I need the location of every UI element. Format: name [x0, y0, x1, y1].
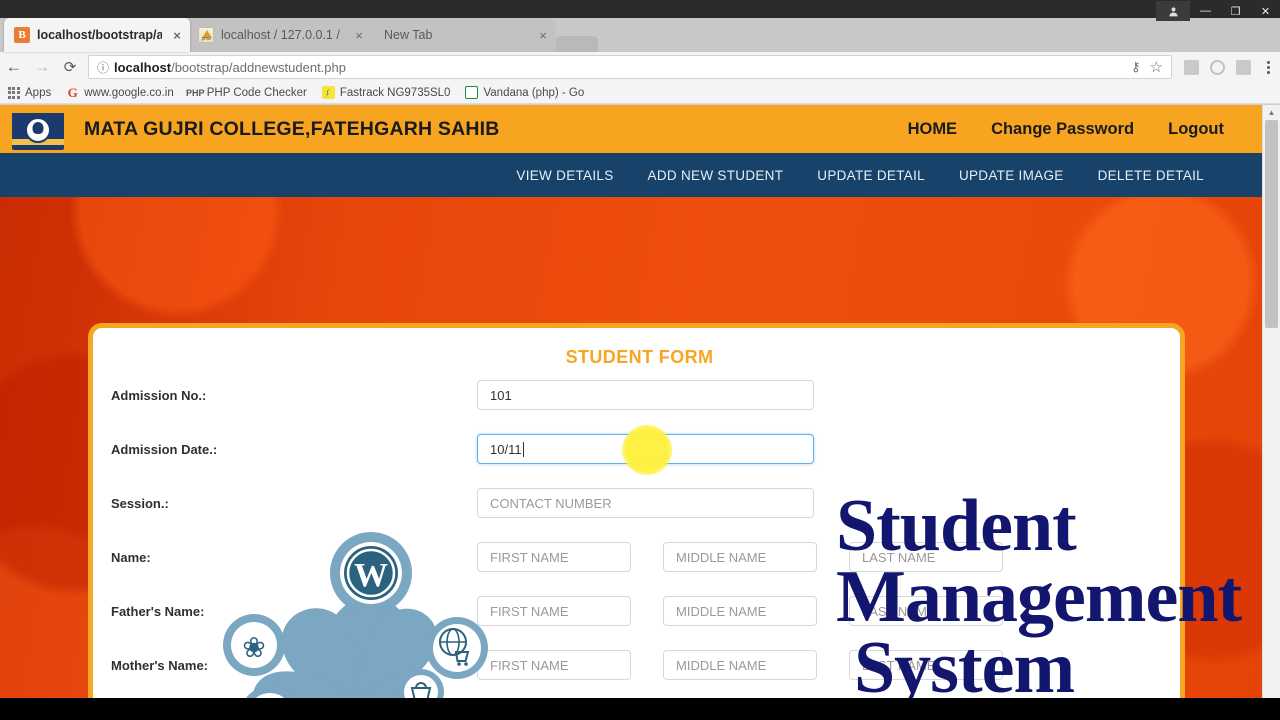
site-title: MATA GUJRI COLLEGE,FATEHGARH SAHIB: [84, 117, 500, 140]
profile-avatar-icon[interactable]: [1156, 1, 1190, 21]
subnav-add-new-student[interactable]: ADD NEW STUDENT: [648, 168, 784, 183]
page-viewport: MATA GUJRI COLLEGE,FATEHGARH SAHIB HOME …: [0, 105, 1262, 698]
browser-tab-1-close-icon[interactable]: ×: [170, 28, 184, 43]
url-path: /bootstrap/addnewstudent.php: [171, 59, 346, 75]
apps-grid-icon: [6, 86, 21, 99]
extension-icon-3[interactable]: [1230, 59, 1256, 75]
overlay-line-2: Management: [836, 556, 1242, 639]
back-button[interactable]: ←: [0, 57, 28, 77]
minimize-button[interactable]: —: [1191, 1, 1220, 21]
chrome-menu-button[interactable]: [1256, 60, 1280, 74]
bookmark-apps[interactable]: Apps: [6, 86, 52, 99]
bookmark-php-label: PHP Code Checker: [206, 86, 307, 99]
extension-square-icon-2: [1235, 59, 1251, 75]
php-watermark-graphic: W ❀: [208, 520, 508, 698]
bookmark-google-label: www.google.co.in: [84, 86, 174, 99]
bookmark-vandana[interactable]: Vandana (php) - Go: [464, 86, 584, 99]
bookmarks-bar: Apps G www.google.co.in PHP PHP Code Che…: [0, 82, 1280, 104]
site-top-nav: HOME Change Password Logout: [908, 120, 1262, 139]
person-glyph-icon: [1168, 6, 1178, 16]
joomla-icon: ❀: [242, 631, 265, 664]
inputs-admission-date: 10/11: [477, 434, 1152, 464]
label-admission-date: Admission Date.:: [111, 441, 218, 457]
input-name-middle[interactable]: MIDDLE NAME: [663, 542, 817, 572]
extension-circle-icon: [1209, 59, 1225, 75]
tab-strip: localhost/bootstrap/add × localhost / 12…: [0, 18, 1280, 70]
google-sheets-icon: [464, 86, 479, 99]
inputs-admission-no: 101: [477, 380, 1152, 410]
chrome-browser-window: localhost/bootstrap/add × localhost / 12…: [0, 0, 1280, 698]
wordpress-w-glyph: W: [354, 557, 388, 594]
input-admission-no[interactable]: 101: [477, 380, 814, 410]
close-window-button[interactable]: ✕: [1251, 1, 1280, 21]
browser-toolbar: ← → ⟳ ⓘ localhost/bootstrap/addnewstuden…: [0, 52, 1280, 82]
omnibox-actions: ⚷ ☆: [1131, 58, 1165, 76]
browser-tab-2-close-icon[interactable]: ×: [352, 28, 366, 43]
address-bar-url: localhost/bootstrap/addnewstudent.php: [114, 60, 346, 75]
php-petals-svg: W ❀: [223, 532, 488, 698]
bookmark-star-icon[interactable]: ☆: [1150, 58, 1163, 76]
browser-tab-3[interactable]: New Tab ×: [370, 18, 556, 52]
click-highlight-cursor: [622, 425, 672, 475]
video-overlay-title: Student Management System: [836, 485, 1256, 698]
site-header: MATA GUJRI COLLEGE,FATEHGARH SAHIB HOME …: [0, 105, 1262, 153]
subnav-update-image[interactable]: UPDATE IMAGE: [959, 168, 1064, 183]
url-host: localhost: [114, 59, 172, 75]
input-admission-date-value: 10/11: [490, 441, 522, 457]
subnav-update-detail[interactable]: UPDATE DETAIL: [817, 168, 925, 183]
form-title: STUDENT FORM: [565, 347, 714, 367]
input-mother-middle[interactable]: MIDDLE NAME: [663, 650, 817, 680]
nav-link-home[interactable]: HOME: [908, 120, 958, 139]
address-bar[interactable]: ⓘ localhost/bootstrap/addnewstudent.php …: [88, 55, 1172, 79]
php-icon: PHP: [185, 87, 205, 98]
browser-tab-3-close-icon[interactable]: ×: [536, 28, 550, 43]
maximize-button[interactable]: ❐: [1221, 1, 1250, 21]
reload-button[interactable]: ⟳: [56, 58, 84, 76]
scrollbar-up-arrow-icon[interactable]: ▲: [1263, 105, 1280, 120]
google-icon: G: [67, 84, 78, 100]
extension-icon-2[interactable]: [1204, 59, 1230, 75]
overlay-line-3: System: [854, 627, 1075, 698]
saved-password-key-icon[interactable]: ⚷: [1131, 59, 1141, 75]
browser-tab-3-title: New Tab: [384, 28, 433, 42]
page-info-icon[interactable]: ⓘ: [95, 59, 111, 76]
input-session[interactable]: CONTACT NUMBER: [477, 488, 814, 518]
nav-link-logout[interactable]: Logout: [1168, 120, 1224, 139]
browser-tab-2[interactable]: localhost / 127.0.0.1 / st ×: [188, 18, 372, 52]
label-admission-no: Admission No.:: [111, 387, 207, 403]
fastrack-icon: [321, 86, 336, 99]
subnav-delete-detail[interactable]: DELETE DETAIL: [1098, 168, 1204, 183]
extension-square-icon: [1183, 59, 1199, 75]
site-sub-nav: VIEW DETAILS ADD NEW STUDENT UPDATE DETA…: [0, 153, 1262, 197]
browser-tab-1[interactable]: localhost/bootstrap/add ×: [4, 18, 190, 52]
bookmark-fastrack[interactable]: Fastrack NG9735SL0: [321, 86, 451, 99]
bookmark-apps-label: Apps: [25, 86, 52, 99]
bookmark-php-code-checker[interactable]: PHP PHP Code Checker: [185, 86, 307, 99]
bookmark-fastrack-label: Fastrack NG9735SL0: [339, 86, 451, 99]
form-row-admission-no: Admission No.: 101: [107, 368, 1152, 422]
browser-tab-1-title: localhost/bootstrap/add: [37, 28, 162, 42]
college-crest-logo-icon: [12, 108, 64, 150]
title-bar-background: [0, 0, 1280, 18]
label-session: Session.:: [111, 495, 169, 511]
forward-button: →: [33, 57, 51, 76]
bootstrap-favicon-icon: [14, 27, 30, 43]
phpmyadmin-favicon-icon: [198, 27, 214, 43]
browser-tab-2-title: localhost / 127.0.0.1 / st: [221, 28, 344, 42]
input-father-middle[interactable]: MIDDLE NAME: [663, 596, 817, 626]
letterbox-bottom-bar: [0, 698, 1280, 720]
nav-link-change-password[interactable]: Change Password: [991, 120, 1134, 139]
bookmark-google[interactable]: G www.google.co.in: [65, 85, 174, 101]
scrollbar-thumb[interactable]: [1265, 120, 1278, 328]
overlay-line-1: Student: [836, 485, 1077, 567]
extension-icon-1[interactable]: [1178, 59, 1204, 75]
window-controls: — ❐ ✕: [1155, 0, 1280, 22]
subnav-view-details[interactable]: VIEW DETAILS: [516, 168, 613, 183]
bookmark-vandana-label: Vandana (php) - Go: [483, 86, 585, 99]
screenshot-root: localhost/bootstrap/add × localhost / 12…: [0, 0, 1280, 720]
page-scrollbar[interactable]: ▲: [1262, 105, 1280, 698]
text-caret: [522, 441, 524, 457]
